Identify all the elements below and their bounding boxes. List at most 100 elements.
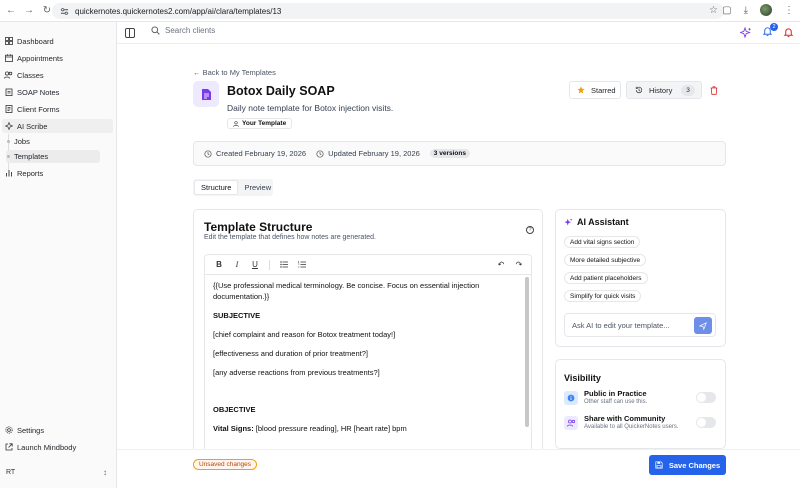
- created-date: Created February 19, 2026: [204, 149, 306, 158]
- search-input[interactable]: Search clients: [151, 26, 215, 35]
- download-icon[interactable]: ⤓: [744, 5, 748, 16]
- community-toggle[interactable]: [696, 417, 716, 428]
- user-initials: RT: [6, 468, 16, 476]
- updated-date: Updated February 19, 2026: [316, 149, 420, 158]
- ai-sparkle-icon[interactable]: [740, 26, 752, 39]
- sidebar-item-soap-notes[interactable]: SOAP Notes: [2, 85, 113, 99]
- italic-icon[interactable]: I: [233, 260, 241, 269]
- browser-toolbar: ← → ↻ quickernotes.quickernotes2.com/app…: [0, 0, 800, 22]
- suggestion-chip[interactable]: Add patient placeholders: [564, 272, 648, 284]
- notifications-button[interactable]: 2: [762, 23, 778, 39]
- vital-signs-value: [blood pressure reading], HR [heart rate…: [253, 424, 407, 433]
- save-changes-button[interactable]: Save Changes: [649, 455, 726, 475]
- ai-prompt-input[interactable]: Ask AI to edit your template...: [564, 313, 716, 337]
- ai-assistant-card: AI Assistant Add vital signs section Mor…: [555, 209, 726, 347]
- sidebar-item-client-forms[interactable]: Client Forms: [2, 102, 113, 116]
- suggestion-chip[interactable]: More detailed subjective: [564, 254, 647, 266]
- sidebar-item-label: Classes: [17, 70, 44, 80]
- unsaved-changes-badge: Unsaved changes: [193, 459, 258, 470]
- help-icon[interactable]: ?: [526, 226, 534, 234]
- address-bar[interactable]: quickernotes.quickernotes2.com/app/ai/cl…: [52, 3, 724, 19]
- profile-avatar[interactable]: [760, 4, 772, 16]
- bold-icon[interactable]: B: [215, 260, 223, 269]
- page-title: Botox Daily SOAP: [227, 84, 335, 98]
- editor-line: Vital Signs: [blood pressure reading], H…: [213, 424, 407, 435]
- sidebar-item-launch-mindbody[interactable]: Launch Mindbody: [2, 440, 113, 454]
- search-placeholder: Search clients: [165, 26, 216, 35]
- suggestion-chip[interactable]: Simplify for quick visits: [564, 290, 642, 302]
- sidebar-item-label: Launch Mindbody: [17, 442, 77, 452]
- editor-title: Template Structure: [204, 220, 313, 234]
- delete-button[interactable]: [707, 83, 721, 97]
- sidebar-item-label: Dashboard: [17, 36, 54, 46]
- template-structure-card: Template Structure Edit the template tha…: [193, 209, 543, 488]
- extensions-icon[interactable]: ▢: [722, 5, 731, 16]
- toolbar-divider: [269, 259, 270, 270]
- sidebar: Dashboard Appointments Classes SOAP Note…: [0, 22, 117, 488]
- owner-badge-label: Your Template: [242, 120, 287, 127]
- editor-line: [chief complaint and reason for Botox tr…: [213, 330, 396, 339]
- users-icon: [4, 71, 13, 80]
- starred-button[interactable]: Starred: [569, 81, 621, 99]
- sparkle-icon: [564, 217, 573, 225]
- send-button[interactable]: [694, 317, 712, 334]
- save-icon: [655, 461, 663, 469]
- visibility-title: Visibility: [564, 373, 601, 383]
- back-link-label: Back to My Templates: [202, 68, 276, 77]
- back-link[interactable]: ← Back to My Templates: [193, 68, 276, 77]
- owner-badge: Your Template: [227, 118, 293, 129]
- bullet-list-icon[interactable]: [280, 261, 288, 268]
- sidebar-item-reports[interactable]: Reports: [2, 166, 113, 180]
- info-icon: [564, 391, 578, 405]
- tab-structure[interactable]: Structure: [194, 180, 239, 195]
- sidebar-subitem-label: Templates: [14, 152, 49, 161]
- editor-line: documentation.}}: [213, 292, 270, 301]
- editor-line: [any adverse reactions from previous tre…: [213, 368, 380, 377]
- sidebar-subitem-templates[interactable]: Templates: [6, 150, 100, 163]
- sidebar-subitem-jobs[interactable]: Jobs: [6, 135, 30, 148]
- sidebar-item-dashboard[interactable]: Dashboard: [2, 34, 113, 48]
- view-tabs: Structure Preview: [193, 179, 273, 196]
- visibility-card: Visibility Public in Practice Other staf…: [555, 359, 726, 449]
- history-icon: [635, 86, 643, 94]
- clock-icon: [316, 149, 324, 158]
- sidebar-item-label: Reports: [17, 168, 44, 178]
- sidebar-item-label: AI Scribe: [17, 121, 48, 131]
- underline-icon[interactable]: U: [251, 260, 259, 269]
- history-label: History: [649, 85, 673, 95]
- alert-bell-icon[interactable]: [783, 27, 794, 38]
- suggestion-chip[interactable]: Add vital signs section: [564, 236, 641, 248]
- undo-icon[interactable]: ↶: [497, 260, 505, 269]
- editor-toolbar: B I U ↶ ↷: [205, 255, 531, 275]
- sidebar-item-settings[interactable]: Settings: [2, 423, 113, 437]
- clock-icon: [204, 149, 212, 158]
- footer-bar: Unsaved changes Save Changes: [117, 449, 800, 488]
- sidebar-item-appointments[interactable]: Appointments: [2, 51, 113, 65]
- star-icon: [577, 86, 585, 94]
- ai-prompt-placeholder: Ask AI to edit your template...: [572, 320, 670, 330]
- editor-heading: OBJECTIVE: [213, 405, 256, 414]
- history-button[interactable]: History 3: [626, 81, 702, 99]
- sidebar-toggle-icon[interactable]: [125, 27, 135, 38]
- calendar-icon: [4, 54, 13, 63]
- public-toggle[interactable]: [696, 392, 716, 403]
- forward-arrow-icon[interactable]: →: [22, 4, 36, 18]
- user-menu[interactable]: RT ↕: [2, 463, 113, 481]
- sparkle-icon: [4, 122, 13, 131]
- bar-chart-icon: [4, 169, 13, 178]
- url-text: quickernotes.quickernotes2.com/app/ai/cl…: [75, 6, 282, 16]
- back-arrow-icon[interactable]: ←: [4, 4, 18, 18]
- tab-preview[interactable]: Preview: [238, 180, 277, 195]
- sidebar-item-ai-scribe[interactable]: AI Scribe: [2, 119, 113, 133]
- redo-icon[interactable]: ↷: [515, 260, 523, 269]
- numbered-list-icon[interactable]: [298, 261, 306, 268]
- bookmark-star-icon[interactable]: ☆: [709, 5, 718, 16]
- editor-scrollbar[interactable]: [525, 277, 529, 427]
- template-meta-card: Created February 19, 2026 Updated Februa…: [193, 141, 726, 166]
- editor-subtitle: Edit the template that defines how notes…: [204, 234, 377, 241]
- sidebar-item-label: SOAP Notes: [17, 87, 60, 97]
- chrome-menu-icon[interactable]: ⋮: [784, 5, 794, 16]
- site-settings-icon[interactable]: [60, 7, 69, 16]
- sidebar-item-classes[interactable]: Classes: [2, 68, 113, 82]
- form-icon: [4, 105, 13, 114]
